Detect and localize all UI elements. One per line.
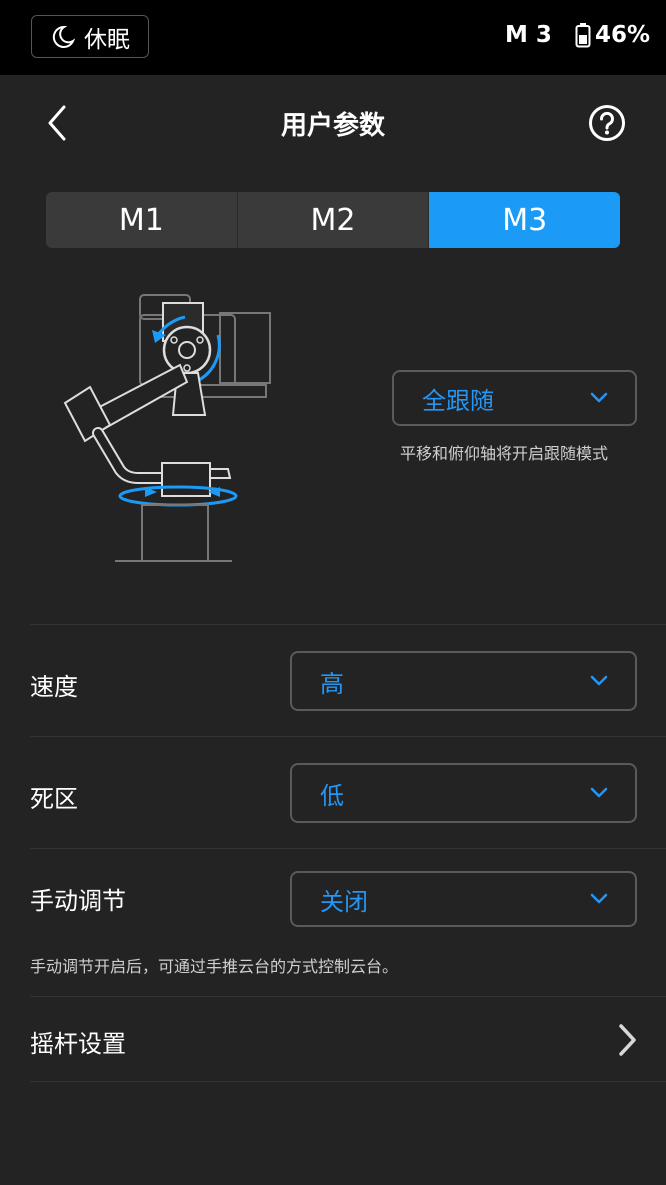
- chevron-down-icon: [590, 893, 608, 904]
- deadband-label: 死区: [30, 785, 78, 813]
- moon-icon: [52, 25, 76, 48]
- tab-m1[interactable]: M1: [46, 192, 238, 248]
- help-icon[interactable]: [588, 104, 626, 142]
- battery-icon: [575, 23, 591, 48]
- divider: [30, 624, 666, 625]
- divider: [30, 736, 666, 737]
- sleep-label: 休眠: [84, 26, 130, 53]
- chevron-down-icon: [590, 675, 608, 686]
- chevron-right-icon: [619, 1024, 636, 1056]
- status-bar: 休眠 M 3 46%: [0, 0, 666, 75]
- follow-mode-value: 全跟随: [422, 386, 494, 415]
- joystick-settings-label: 摇杆设置: [30, 1030, 126, 1058]
- tab-m3[interactable]: M3: [429, 192, 620, 248]
- follow-mode-dropdown[interactable]: 全跟随: [392, 370, 637, 426]
- mode-tabs: M1 M2 M3: [46, 192, 620, 248]
- chevron-down-icon: [590, 392, 608, 403]
- speed-dropdown[interactable]: 高: [290, 651, 637, 711]
- speed-label: 速度: [30, 673, 78, 701]
- sleep-button[interactable]: 休眠: [31, 15, 149, 58]
- battery-status: 46%: [575, 22, 650, 48]
- tab-m2[interactable]: M2: [238, 192, 430, 248]
- divider: [30, 848, 666, 849]
- manual-adjust-note: 手动调节开启后，可通过手推云台的方式控制云台。: [30, 957, 399, 976]
- chevron-down-icon: [590, 787, 608, 798]
- joystick-settings-row[interactable]: 摇杆设置: [0, 997, 666, 1081]
- battery-percent: 46%: [595, 22, 651, 48]
- page-header: 用户参数: [0, 85, 666, 161]
- page-title: 用户参数: [280, 111, 385, 141]
- speed-value: 高: [320, 669, 344, 698]
- deadband-value: 低: [320, 781, 344, 810]
- divider: [30, 1081, 666, 1082]
- manual-adjust-value: 关闭: [320, 887, 368, 916]
- manual-adjust-dropdown[interactable]: 关闭: [290, 871, 637, 927]
- mode-indicator: M 3: [505, 22, 552, 48]
- gimbal-illustration: [63, 294, 271, 562]
- manual-adjust-label: 手动调节: [30, 887, 126, 915]
- follow-mode-description: 平移和俯仰轴将开启跟随模式: [400, 444, 609, 463]
- deadband-dropdown[interactable]: 低: [290, 763, 637, 823]
